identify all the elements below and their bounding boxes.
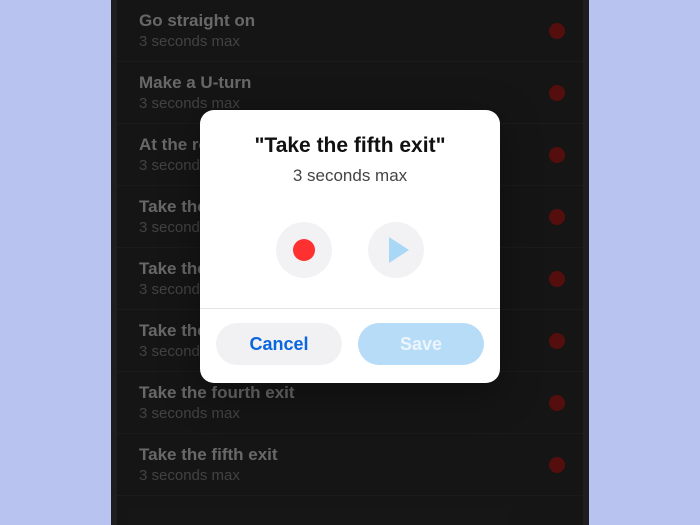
save-button[interactable]: Save [358, 323, 484, 365]
screen: Go straight on 3 seconds max Make a U-tu… [117, 0, 583, 525]
modal-title: "Take the fifth exit" [218, 134, 482, 158]
modal-header: "Take the fifth exit" 3 seconds max [200, 110, 500, 204]
play-icon [389, 237, 409, 263]
record-button[interactable] [276, 222, 332, 278]
modal-actions: Cancel Save [200, 309, 500, 383]
cancel-button[interactable]: Cancel [216, 323, 342, 365]
device-frame: Go straight on 3 seconds max Make a U-tu… [111, 0, 589, 525]
record-modal: "Take the fifth exit" 3 seconds max Canc… [200, 110, 500, 383]
modal-subtitle: 3 seconds max [218, 166, 482, 186]
play-button[interactable] [368, 222, 424, 278]
record-icon [293, 239, 315, 261]
modal-controls [200, 204, 500, 308]
